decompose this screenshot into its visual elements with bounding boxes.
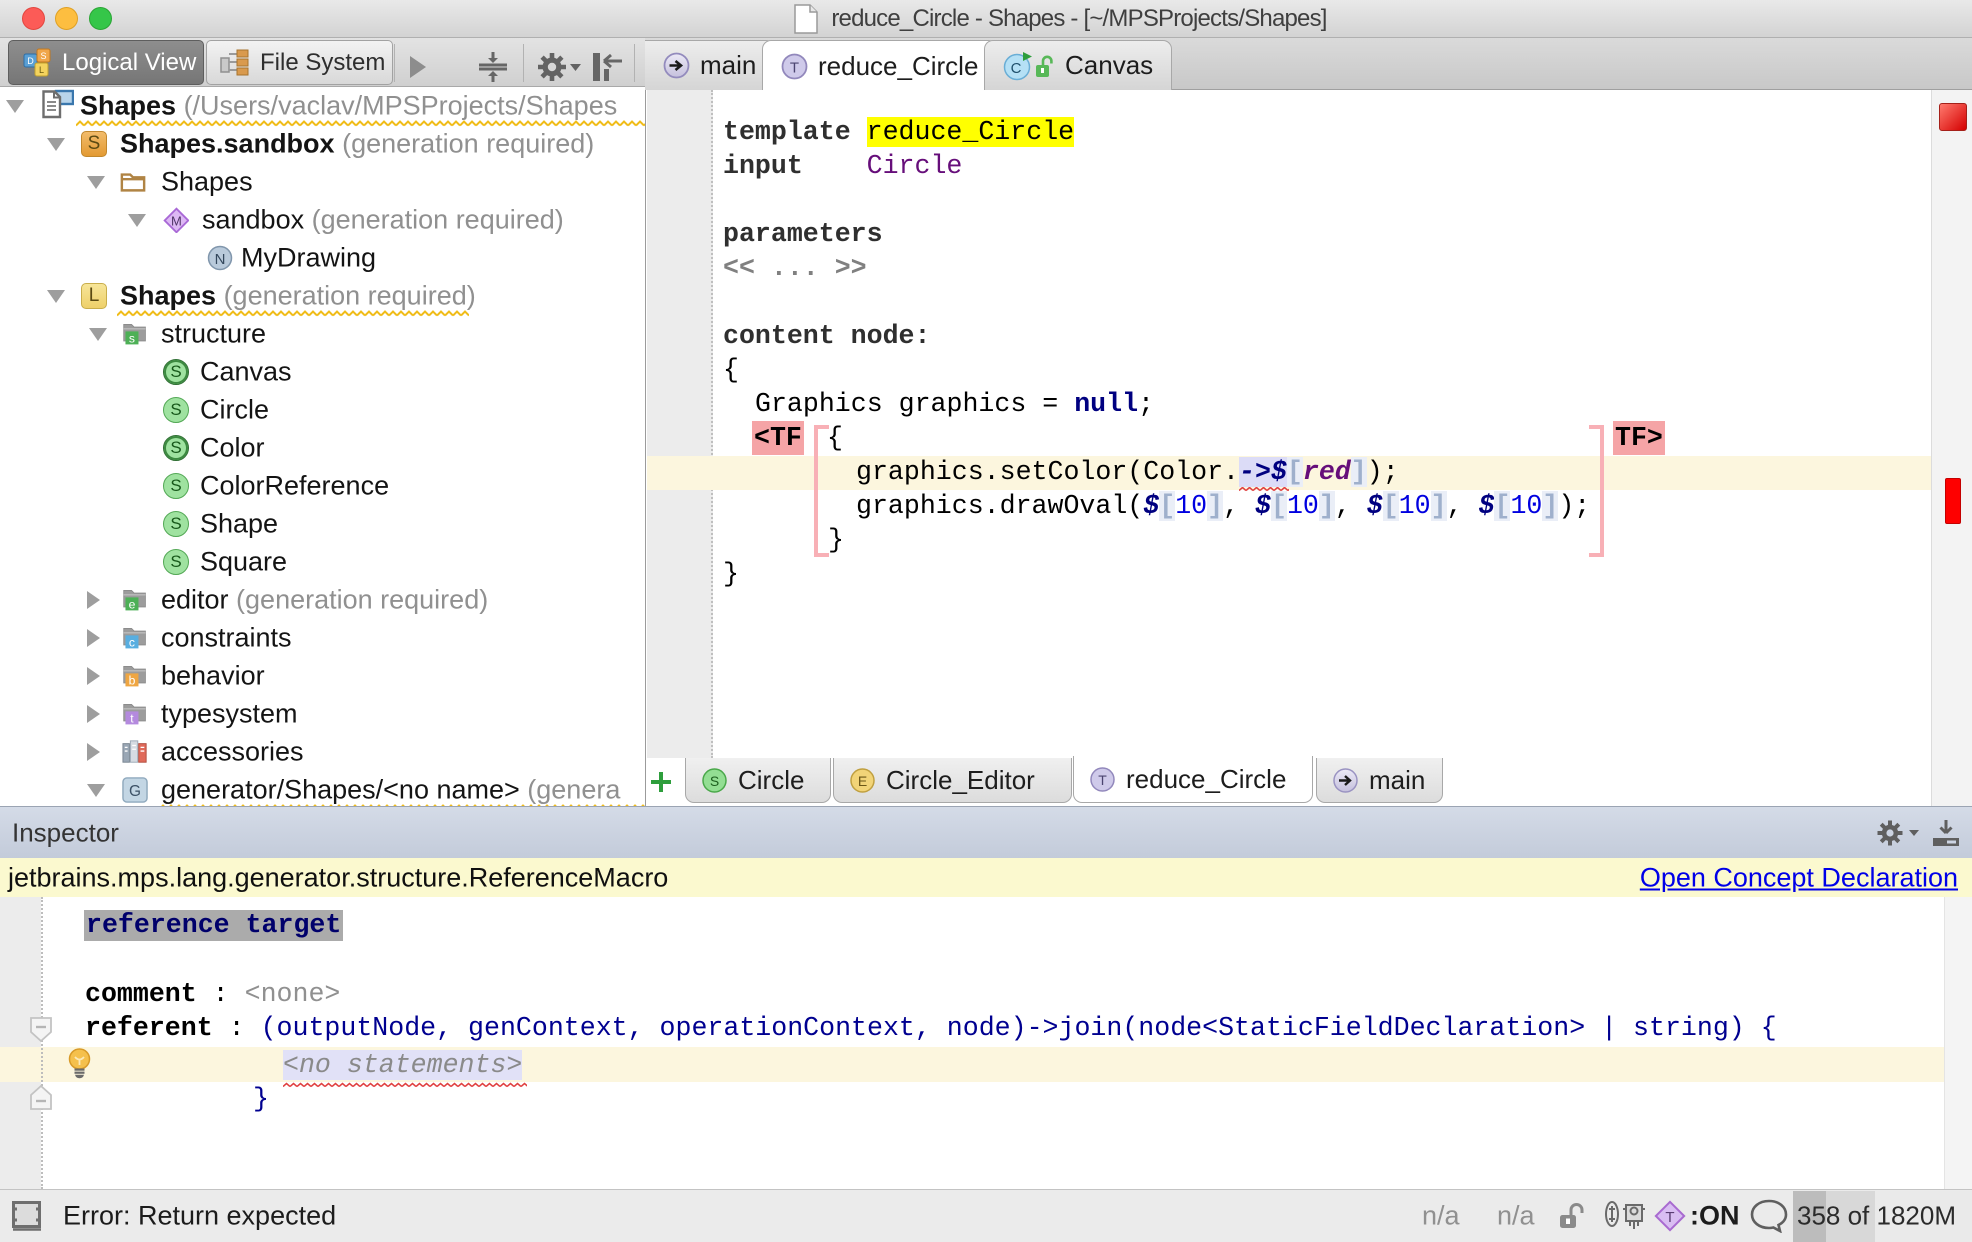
svg-text:T: T xyxy=(1665,1209,1674,1226)
svg-text:s: s xyxy=(129,332,135,346)
svg-text:M: M xyxy=(171,214,182,229)
svg-text:S: S xyxy=(710,773,719,789)
svg-text:C: C xyxy=(1011,60,1022,77)
svg-text:D: D xyxy=(27,56,34,66)
svg-text:L: L xyxy=(39,65,44,75)
svg-text:G: G xyxy=(129,783,141,800)
svg-text:T: T xyxy=(790,59,799,76)
svg-text:e: e xyxy=(129,598,136,612)
svg-text:b: b xyxy=(129,674,136,688)
svg-text:c: c xyxy=(129,636,135,650)
svg-text:N: N xyxy=(215,251,226,268)
svg-text:T: T xyxy=(1098,772,1107,788)
svg-text:S: S xyxy=(40,51,46,61)
svg-text:E: E xyxy=(858,773,867,789)
